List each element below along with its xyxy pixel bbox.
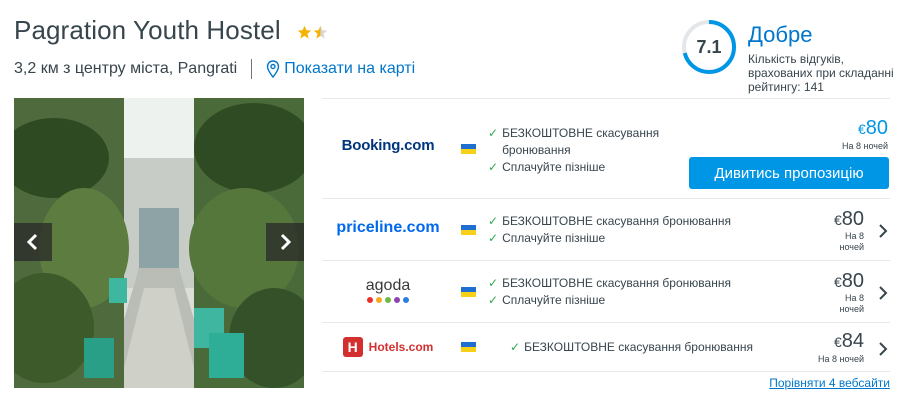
provider-name: Booking.com bbox=[341, 137, 435, 154]
hotel-name: Pagration Youth Hostel bbox=[14, 15, 281, 45]
feature-pay-later: Сплачуйте пізніше bbox=[502, 293, 606, 307]
feature-free-cancel: БЕЗКОШТОВНЕ скасування бронювання bbox=[502, 126, 660, 157]
offer-nights: На 8 ночей bbox=[839, 293, 865, 314]
check-icon: ✓ bbox=[488, 276, 499, 290]
feature-free-cancel: БЕЗКОШТОВНЕ скасування бронювання bbox=[502, 276, 731, 290]
hotels-logo: H Hotels.com bbox=[322, 337, 454, 357]
ukraine-flag-icon bbox=[461, 225, 476, 235]
check-icon: ✓ bbox=[510, 340, 521, 354]
agoda-logo: agoda bbox=[322, 277, 454, 303]
map-link-label: Показати на карті bbox=[284, 60, 416, 77]
priceline-logo: priceline.com bbox=[322, 219, 454, 237]
show-on-map-link[interactable]: Показати на карті bbox=[266, 60, 415, 78]
half-star-icon bbox=[313, 25, 328, 39]
booking-logo: Booking.com bbox=[322, 137, 454, 154]
photo-prev-button[interactable] bbox=[14, 223, 52, 261]
hotel-photo[interactable] bbox=[14, 98, 304, 388]
star-icon bbox=[297, 25, 312, 39]
chevron-left-icon bbox=[26, 233, 38, 251]
location-line: 3,2 км з центру міста, Pangrati Показати… bbox=[14, 59, 415, 79]
photo-next-button[interactable] bbox=[266, 223, 304, 261]
ukraine-flag-icon bbox=[461, 342, 476, 352]
feature-pay-later: Сплачуйте пізніше bbox=[502, 231, 606, 245]
offer-row-hotels[interactable]: H Hotels.com ✓ БЕЗКОШТОВНЕ скасування бро… bbox=[322, 322, 890, 372]
check-icon: ✓ bbox=[488, 293, 499, 307]
chevron-right-icon bbox=[280, 233, 292, 251]
check-icon: ✓ bbox=[488, 231, 499, 245]
offer-price: €80 bbox=[857, 117, 888, 139]
offer-features: ✓ БЕЗКОШТОВНЕ скасування бронювання bbox=[510, 339, 753, 356]
chevron-right-icon[interactable] bbox=[878, 285, 888, 301]
offer-features: ✓ БЕЗКОШТОВНЕ скасування бронювання ✓ Спла… bbox=[488, 125, 688, 176]
offer-row-priceline[interactable]: priceline.com ✓ БЕЗКОШТОВНЕ скасування бр… bbox=[322, 198, 890, 260]
offer-nights: На 8 ночей bbox=[839, 231, 865, 252]
compare-sites-link[interactable]: Порівняти 4 вебсайти bbox=[769, 376, 890, 390]
courtyard-image bbox=[14, 98, 304, 388]
check-icon: ✓ bbox=[488, 126, 499, 140]
check-icon: ✓ bbox=[488, 160, 499, 174]
star-rating bbox=[297, 25, 328, 40]
chevron-right-icon[interactable] bbox=[878, 223, 888, 239]
offer-price: €80 bbox=[833, 270, 864, 292]
distance-text: 3,2 км з центру міста, Pangrati bbox=[14, 60, 238, 77]
provider-name: Hotels.com bbox=[368, 340, 434, 354]
offer-nights: На 8 ночей bbox=[817, 354, 864, 364]
divider bbox=[251, 59, 253, 79]
map-pin-icon bbox=[267, 60, 280, 78]
feature-free-cancel: БЕЗКОШТОВНЕ скасування бронювання bbox=[524, 340, 753, 354]
provider-name: priceline.com bbox=[336, 219, 440, 236]
ukraine-flag-icon bbox=[461, 144, 476, 154]
offer-features: ✓ БЕЗКОШТОВНЕ скасування бронювання ✓ Спла… bbox=[488, 275, 731, 309]
rating-score: 7.1 bbox=[696, 37, 722, 57]
check-icon: ✓ bbox=[488, 214, 499, 228]
chevron-right-icon[interactable] bbox=[878, 341, 888, 357]
feature-free-cancel: БЕЗКОШТОВНЕ скасування бронювання bbox=[502, 214, 731, 228]
rating-word: Добре bbox=[748, 22, 813, 47]
view-deal-button[interactable]: Дивитись пропозицію bbox=[689, 157, 889, 189]
offer-features: ✓ БЕЗКОШТОВНЕ скасування бронювання ✓ Спла… bbox=[488, 213, 731, 247]
rating-description: Кількість відгуків, врахованих при склад… bbox=[748, 52, 894, 94]
offer-nights: На 8 ночей bbox=[841, 141, 888, 151]
offers-list: Booking.com ✓ БЕЗКОШТОВНЕ скасування брон… bbox=[322, 98, 890, 372]
provider-name: agoda bbox=[365, 277, 411, 294]
offer-price: €84 bbox=[833, 330, 864, 352]
hotels-h-icon: H bbox=[342, 337, 363, 357]
offer-row-agoda[interactable]: agoda ✓ БЕЗКОШТОВНЕ скасування бронювання… bbox=[322, 260, 890, 322]
offer-price: €80 bbox=[833, 208, 864, 230]
offer-row-booking[interactable]: Booking.com ✓ БЕЗКОШТОВНЕ скасування брон… bbox=[322, 98, 890, 198]
feature-pay-later: Сплачуйте пізніше bbox=[502, 160, 606, 174]
ukraine-flag-icon bbox=[461, 287, 476, 297]
agoda-dots bbox=[367, 297, 409, 303]
